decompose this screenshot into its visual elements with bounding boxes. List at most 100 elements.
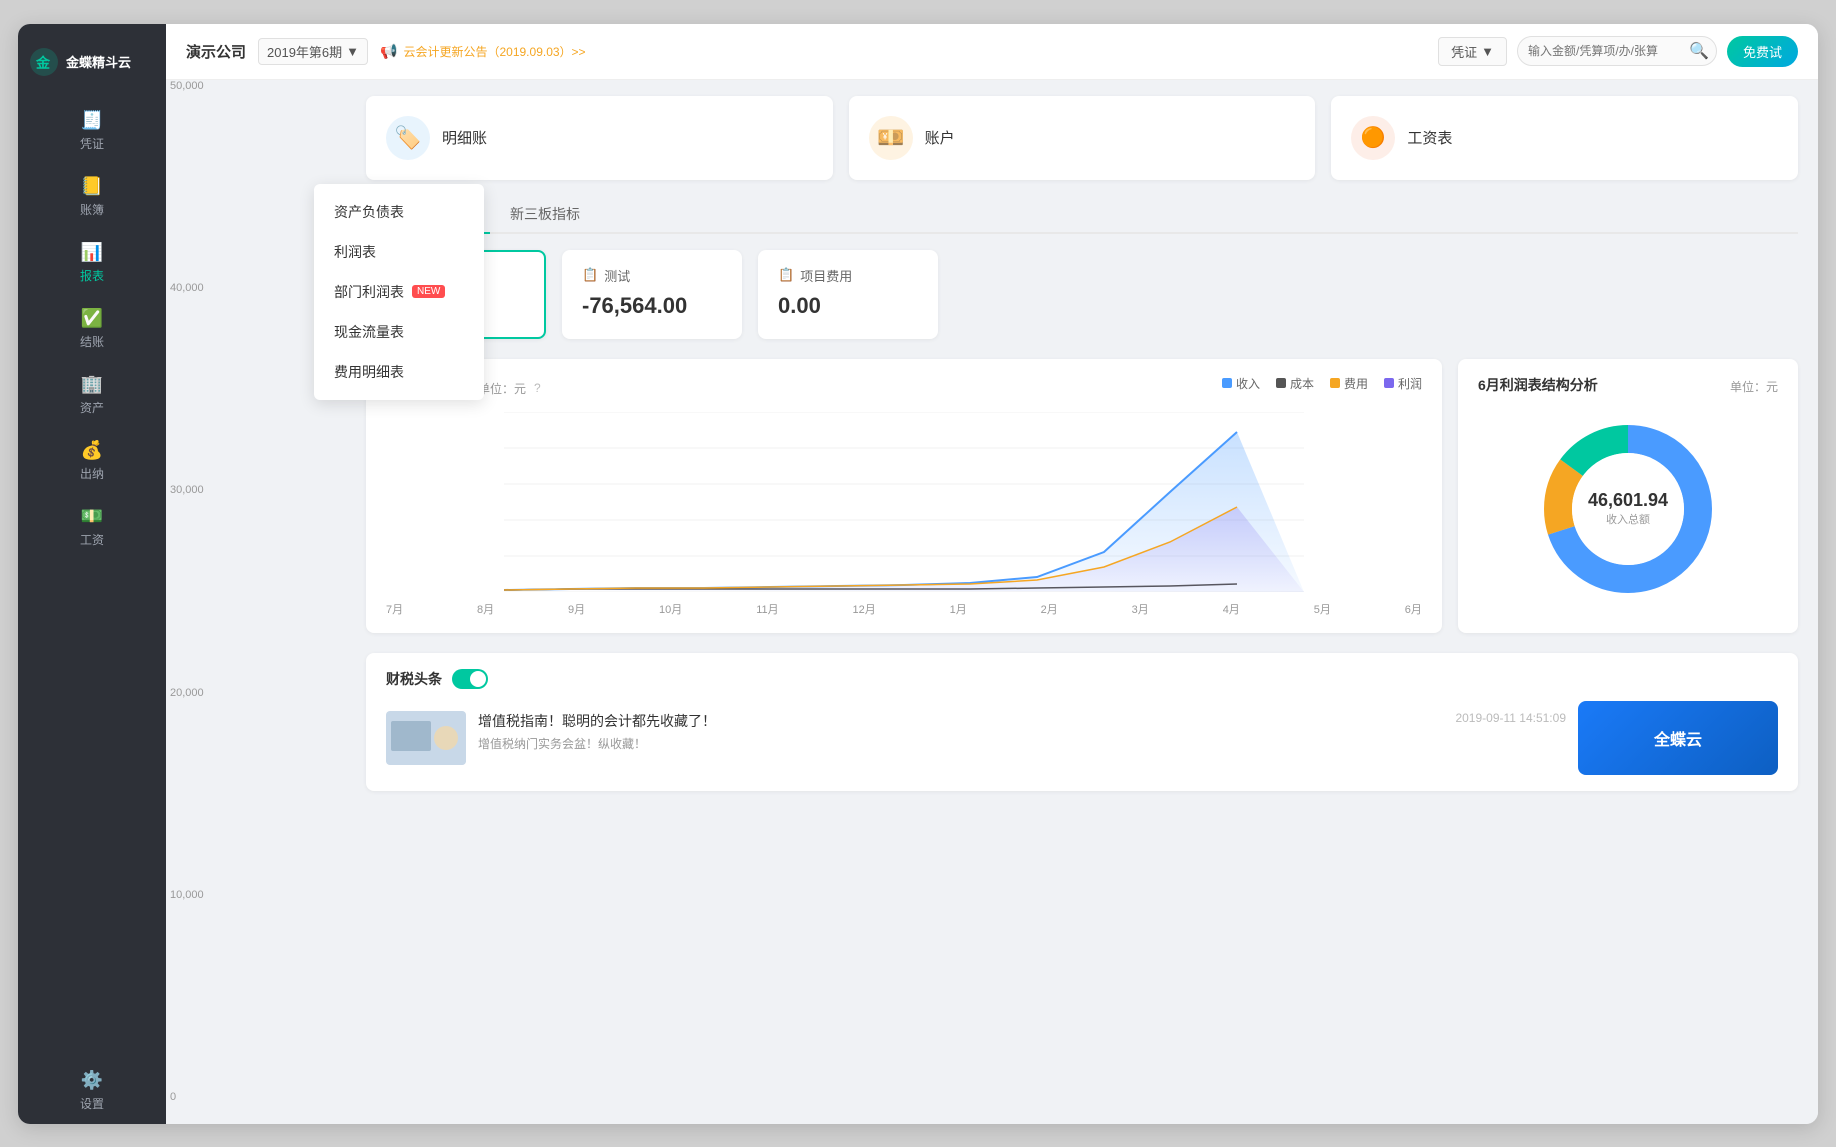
quick-card-account[interactable]: 💴 账户 bbox=[849, 96, 1316, 180]
line-chart-unit: 单位：元 bbox=[478, 380, 526, 397]
line-chart-legend: 收入 成本 费用 bbox=[1222, 375, 1422, 392]
sidebar-item-ledger[interactable]: 📒 账簿 bbox=[18, 164, 166, 230]
detail-card-icon: 🏷️ bbox=[386, 116, 430, 160]
kpi-card-project-expense[interactable]: 📋 项目费用 0.00 bbox=[758, 250, 938, 339]
sidebar-item-assets[interactable]: 🏢 资产 bbox=[18, 362, 166, 428]
dept-income-label: 部门利润表 bbox=[334, 282, 404, 302]
line-chart-panel: 利润变化趋势 单位：元 ? 收入 bbox=[366, 359, 1442, 633]
topbar-right: 凭证 ▼ 🔍 免费试 bbox=[1438, 36, 1798, 67]
y-axis: 50,000 40,000 30,000 20,000 10,000 0 bbox=[166, 80, 208, 1124]
legend-cost-label: 成本 bbox=[1290, 375, 1314, 392]
kpi-header-test: 📋 测试 bbox=[582, 266, 722, 285]
sidebar-logo: 金 金蝶精斗云 bbox=[18, 34, 166, 98]
search-box[interactable]: 🔍 bbox=[1517, 36, 1717, 66]
announcement-text[interactable]: 云会计更新公告（2019.09.03）>> bbox=[403, 43, 585, 60]
sidebar-item-cashier[interactable]: 💰 出纳 bbox=[18, 428, 166, 494]
charts-row: 利润变化趋势 单位：元 ? 收入 bbox=[366, 359, 1798, 633]
dropdown-item-dept-income[interactable]: 部门利润表 NEW bbox=[314, 272, 484, 312]
account-card-label: 账户 bbox=[925, 127, 955, 148]
sidebar-item-voucher[interactable]: 🧾 凭证 bbox=[18, 98, 166, 164]
voucher-type-button[interactable]: 凭证 ▼ bbox=[1438, 37, 1507, 66]
settings-icon: ⚙️ bbox=[81, 1070, 103, 1091]
finance-news-panel: 财税头条 bbox=[366, 653, 1798, 791]
sidebar-item-label: 账簿 bbox=[80, 201, 104, 218]
x-axis: 7月 8月 9月 10月 11月 12月 1月 2月 3月 4月 bbox=[386, 597, 1422, 617]
promo-banner[interactable]: 全蝶云 bbox=[1578, 701, 1778, 775]
kpi-icon-test: 📋 bbox=[582, 267, 598, 283]
sidebar-item-label: 设置 bbox=[80, 1095, 104, 1112]
legend-expense: 费用 bbox=[1330, 375, 1368, 392]
news-title: 增值税指南！聪明的会计都先收藏了！ bbox=[478, 711, 1443, 731]
donut-center: 46,601.94 收入总额 bbox=[1588, 490, 1668, 527]
news-row: 增值税指南！聪明的会计都先收藏了！ 增值税纳门实务会盆！纵收藏！ 2019-09… bbox=[386, 701, 1778, 775]
news-toggle[interactable] bbox=[452, 669, 488, 689]
topbar: 演示公司 2019年第6期 ▼ 📢 云会计更新公告（2019.09.03）>> … bbox=[166, 24, 1818, 80]
sidebar-item-label: 凭证 bbox=[80, 135, 104, 152]
sidebar-item-label: 结账 bbox=[80, 333, 104, 350]
voucher-arrow-icon: ▼ bbox=[1481, 44, 1494, 59]
quick-card-payroll[interactable]: 🟠 工资表 bbox=[1331, 96, 1798, 180]
finance-news-header: 财税头条 bbox=[386, 669, 1778, 689]
payroll-card-icon: 🟠 bbox=[1351, 116, 1395, 160]
legend-expense-label: 费用 bbox=[1344, 375, 1368, 392]
toggle-knob bbox=[470, 671, 486, 687]
cashier-icon: 💰 bbox=[81, 440, 103, 461]
donut-chart-panel: 6月利润表结构分析 单位：元 bbox=[1458, 359, 1798, 633]
assets-icon: 🏢 bbox=[81, 374, 103, 395]
line-chart-svg bbox=[386, 412, 1422, 592]
dropdown-item-income-statement[interactable]: 利润表 bbox=[314, 232, 484, 272]
kpi-value-project: 0.00 bbox=[778, 293, 918, 319]
sidebar-item-label: 资产 bbox=[80, 399, 104, 416]
period-arrow-icon: ▼ bbox=[346, 44, 359, 59]
main-content: 演示公司 2019年第6期 ▼ 📢 云会计更新公告（2019.09.03）>> … bbox=[166, 24, 1818, 1124]
period-selector[interactable]: 2019年第6期 ▼ bbox=[258, 38, 368, 65]
promo-text: 全蝶云 bbox=[1654, 726, 1702, 750]
kpi-value-test: -76,564.00 bbox=[582, 293, 722, 319]
announcement-bar: 📢 云会计更新公告（2019.09.03）>> bbox=[380, 43, 1426, 60]
kpi-label-project: 项目费用 bbox=[800, 266, 852, 285]
dropdown-item-cash-flow[interactable]: 现金流量表 bbox=[314, 312, 484, 352]
detail-card-label: 明细账 bbox=[442, 127, 487, 148]
expense-detail-label: 费用明细表 bbox=[334, 362, 404, 382]
kpi-icon-project: 📋 bbox=[778, 267, 794, 283]
search-input[interactable] bbox=[1528, 44, 1683, 58]
payroll-card-label: 工资表 bbox=[1407, 127, 1452, 148]
logo-text: 金蝶精斗云 bbox=[66, 52, 131, 71]
donut-chart-title: 6月利润表结构分析 bbox=[1478, 375, 1598, 395]
donut-center-label: 收入总额 bbox=[1588, 511, 1668, 527]
news-thumbnail bbox=[386, 711, 466, 765]
payroll-icon: 💵 bbox=[81, 506, 103, 527]
donut-chart-header: 6月利润表结构分析 单位：元 bbox=[1478, 375, 1778, 399]
svg-text:金: 金 bbox=[35, 55, 51, 71]
donut-center-value: 46,601.94 bbox=[1588, 490, 1668, 511]
legend-cost: 成本 bbox=[1276, 375, 1314, 392]
legend-profit-label: 利润 bbox=[1398, 375, 1422, 392]
donut-chart-container: 46,601.94 收入总额 bbox=[1478, 409, 1778, 609]
legend-revenue-dot bbox=[1222, 378, 1232, 388]
dropdown-item-balance-sheet[interactable]: 资产负债表 bbox=[314, 192, 484, 232]
legend-expense-dot bbox=[1330, 378, 1340, 388]
legend-cost-dot bbox=[1276, 378, 1286, 388]
kpi-card-test[interactable]: 📋 测试 -76,564.00 bbox=[562, 250, 742, 339]
legend-profit: 利润 bbox=[1384, 375, 1422, 392]
report-dropdown-menu: 资产负债表 利润表 部门利润表 NEW 现金流量表 费用明细表 bbox=[314, 184, 484, 400]
report-icon: 📊 bbox=[81, 242, 103, 263]
company-name: 演示公司 bbox=[186, 41, 246, 62]
news-content: 增值税指南！聪明的会计都先收藏了！ 增值税纳门实务会盆！纵收藏！ bbox=[478, 711, 1443, 752]
sidebar-item-report[interactable]: 📊 报表 bbox=[18, 230, 166, 296]
sidebar-item-payroll[interactable]: 💵 工资 bbox=[18, 494, 166, 560]
kpi-cards-row: 📋 利润总额 0.00 📋 测试 -76,564.00 bbox=[366, 250, 1798, 339]
help-icon[interactable]: ? bbox=[534, 381, 541, 395]
chart-tabs: 利润变化趋势 新三板指标 bbox=[366, 196, 1798, 234]
tab-new-third-board[interactable]: 新三板指标 bbox=[490, 196, 600, 234]
news-item[interactable]: 增值税指南！聪明的会计都先收藏了！ 增值税纳门实务会盆！纵收藏！ 2019-09… bbox=[386, 701, 1566, 775]
news-thumb-image bbox=[386, 711, 466, 765]
free-trial-button[interactable]: 免费试 bbox=[1727, 36, 1798, 67]
dropdown-item-expense-detail[interactable]: 费用明细表 bbox=[314, 352, 484, 392]
quick-cards-row: 🏷️ 明细账 💴 账户 🟠 工资表 bbox=[366, 96, 1798, 180]
quick-card-detail[interactable]: 🏷️ 明细账 bbox=[366, 96, 833, 180]
sidebar-item-closing[interactable]: ✅ 结账 bbox=[18, 296, 166, 362]
legend-revenue: 收入 bbox=[1222, 375, 1260, 392]
sidebar-item-settings[interactable]: ⚙️ 设置 bbox=[18, 1058, 166, 1124]
search-icon: 🔍 bbox=[1689, 41, 1709, 61]
